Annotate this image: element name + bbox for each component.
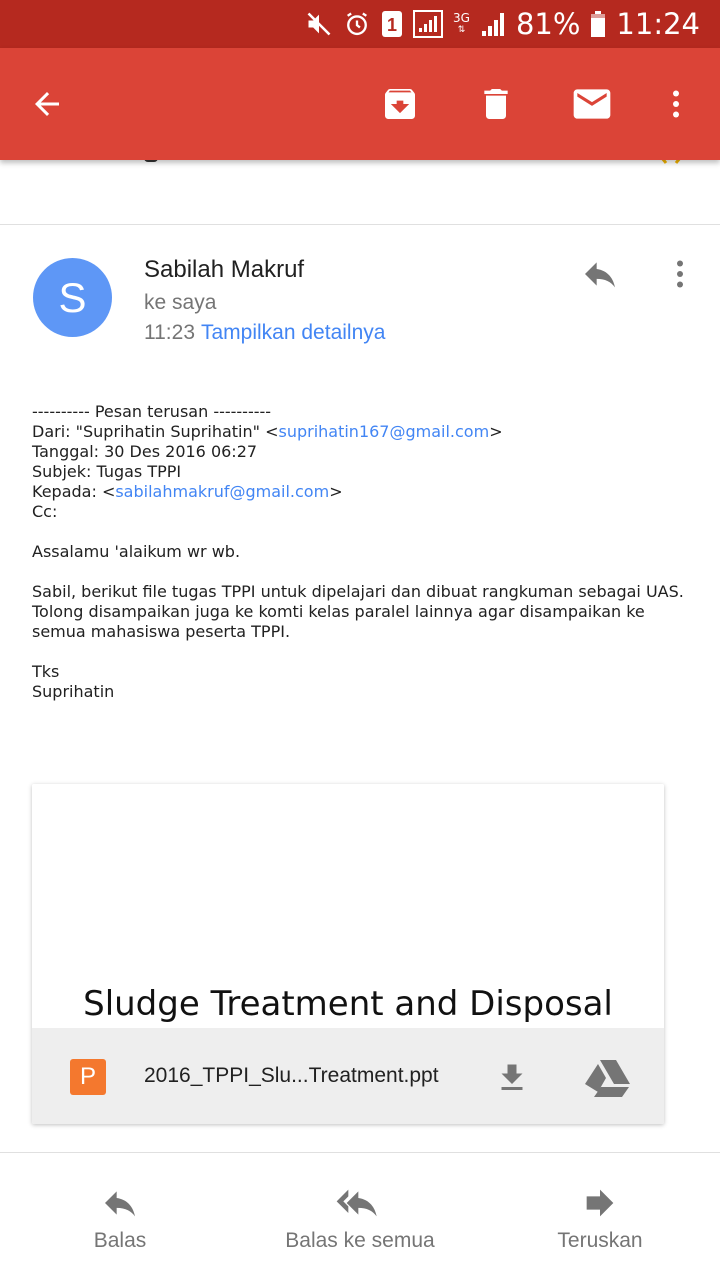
more-vert-icon bbox=[677, 260, 683, 288]
delete-button[interactable] bbox=[468, 76, 524, 132]
forward-icon bbox=[586, 1189, 614, 1217]
more-vert-icon bbox=[673, 90, 679, 118]
drive-icon bbox=[585, 1060, 630, 1097]
forward-label: Teruskan bbox=[557, 1229, 643, 1252]
paragraph-line: semua mahasiswa peserta TPPI. bbox=[32, 622, 291, 641]
sim-1-icon: 1 bbox=[381, 10, 403, 38]
forward-button[interactable]: Teruskan bbox=[540, 1153, 660, 1281]
date-line: Tanggal: 30 Des 2016 06:27 bbox=[32, 442, 258, 461]
reply-all-button[interactable]: Balas ke semua bbox=[260, 1153, 460, 1281]
reply-button[interactable]: Balas bbox=[60, 1153, 180, 1281]
previous-message-strip[interactable] bbox=[0, 160, 720, 225]
delete-icon bbox=[484, 89, 508, 119]
star-icon bbox=[656, 160, 686, 164]
forward-header: ---------- Pesan terusan ---------- bbox=[32, 402, 272, 421]
battery-icon bbox=[590, 10, 606, 38]
archive-icon bbox=[385, 89, 415, 119]
reply-icon bbox=[585, 262, 615, 288]
network-text: 3G bbox=[453, 11, 470, 25]
recipient-text: ke saya bbox=[144, 291, 217, 314]
header-more-button[interactable] bbox=[656, 250, 704, 298]
alarm-icon bbox=[343, 10, 371, 38]
reply-all-label: Balas ke semua bbox=[285, 1229, 435, 1252]
to-line: Kepada: <sabilahmakruf@gmail.com> bbox=[32, 482, 343, 501]
attachment-bar: P 2016_TPPI_Slu...Treatment.ppt bbox=[32, 1028, 664, 1124]
sender-avatar[interactable]: S bbox=[33, 258, 112, 337]
cc-line: Cc: bbox=[32, 502, 58, 521]
back-arrow-icon bbox=[35, 92, 59, 116]
sim-slot-text: 1 bbox=[387, 15, 397, 35]
network-3g-icon: 3G ⇅ bbox=[453, 11, 470, 35]
header-reply-button[interactable] bbox=[576, 250, 624, 298]
download-icon bbox=[501, 1064, 523, 1090]
signal-icon bbox=[413, 10, 444, 38]
battery-percent: 81% bbox=[515, 7, 581, 41]
attachment-preview-title: Sludge Treatment and Disposal bbox=[83, 984, 613, 1024]
sender-name: Sabilah Makruf bbox=[144, 256, 305, 283]
reply-label: Balas bbox=[93, 1229, 147, 1252]
reply-icon bbox=[105, 1191, 135, 1217]
message-time: 11:23 bbox=[144, 321, 195, 344]
back-button[interactable] bbox=[19, 76, 75, 132]
paragraph-line: Tolong disampaikan juga ke komti kelas p… bbox=[32, 602, 645, 621]
attachment-card[interactable]: Sludge Treatment and Disposal P 2016_TPP… bbox=[32, 784, 664, 1124]
archive-button[interactable] bbox=[372, 76, 428, 132]
previous-avatar-fragment bbox=[144, 160, 158, 162]
show-details-link[interactable]: Tampilkan detailnya bbox=[201, 321, 385, 344]
signal-icon bbox=[480, 10, 506, 38]
powerpoint-file-icon: P bbox=[70, 1059, 106, 1095]
download-button[interactable] bbox=[488, 1054, 536, 1102]
clock: 11:24 bbox=[616, 7, 700, 41]
save-to-drive-button[interactable] bbox=[580, 1054, 636, 1102]
signature: Suprihatin bbox=[32, 682, 115, 701]
to-email-link[interactable]: sabilahmakruf@gmail.com bbox=[115, 482, 329, 501]
overflow-menu-button[interactable] bbox=[648, 76, 704, 132]
mute-icon bbox=[305, 10, 333, 38]
from-email-link[interactable]: suprihatin167@gmail.com bbox=[278, 422, 489, 441]
app-toolbar bbox=[0, 48, 720, 160]
reply-all-icon bbox=[336, 1189, 377, 1217]
greeting: Assalamu 'alaikum wr wb. bbox=[32, 542, 241, 561]
closing: Tks bbox=[32, 662, 60, 681]
from-line: Dari: "Suprihatin Suprihatin" <suprihati… bbox=[32, 422, 503, 441]
bottom-action-bar: Balas Balas ke semua Teruskan bbox=[0, 1152, 720, 1281]
status-bar: 1 3G ⇅ 81% 11:24 bbox=[0, 0, 720, 48]
mark-unread-button[interactable] bbox=[564, 76, 620, 132]
message-body: ---------- Pesan terusan ---------- Dari… bbox=[32, 402, 692, 702]
attachment-filename: 2016_TPPI_Slu...Treatment.ppt bbox=[144, 1064, 439, 1087]
message-timeline: 11:23 Tampilkan detailnya bbox=[144, 321, 385, 345]
attachment-preview[interactable]: Sludge Treatment and Disposal bbox=[32, 784, 664, 1028]
paragraph-line: Sabil, berikut file tugas TPPI untuk dip… bbox=[32, 582, 684, 601]
mark-unread-icon bbox=[573, 89, 611, 119]
subject-line: Subjek: Tugas TPPI bbox=[32, 462, 182, 481]
